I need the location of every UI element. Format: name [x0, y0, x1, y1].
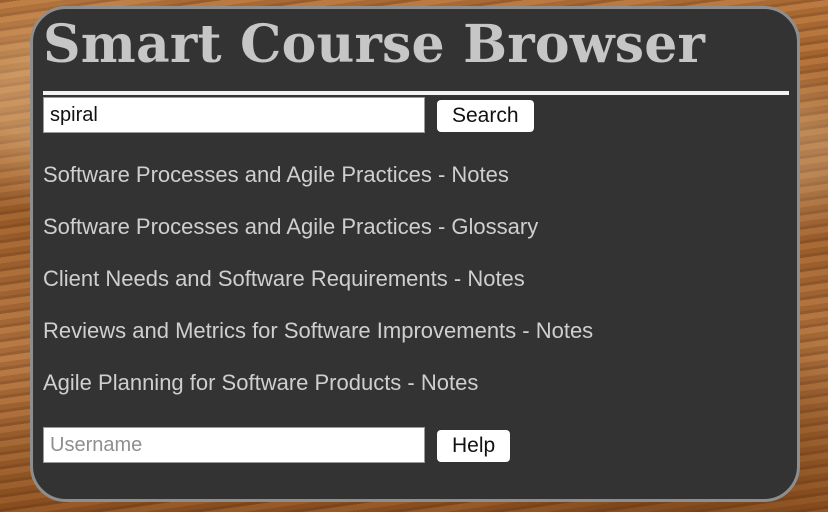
page-title: Smart Course Browser [43, 14, 706, 75]
results-list: Software Processes and Agile Practices -… [43, 162, 593, 425]
result-link[interactable]: Reviews and Metrics for Software Improve… [43, 318, 593, 343]
list-item: Software Processes and Agile Practices -… [43, 214, 593, 269]
result-link[interactable]: Client Needs and Software Requirements -… [43, 266, 525, 291]
search-input[interactable] [43, 97, 425, 133]
result-link[interactable]: Software Processes and Agile Practices -… [43, 162, 509, 187]
result-link[interactable]: Software Processes and Agile Practices -… [43, 214, 538, 239]
list-item: Client Needs and Software Requirements -… [43, 266, 593, 321]
help-button[interactable]: Help [437, 430, 511, 462]
username-input[interactable] [43, 427, 425, 463]
list-item: Reviews and Metrics for Software Improve… [43, 318, 593, 373]
list-item: Software Processes and Agile Practices -… [43, 162, 593, 217]
result-link[interactable]: Agile Planning for Software Products - N… [43, 370, 478, 395]
main-panel: Smart Course Browser Search Software Pro… [30, 6, 800, 502]
title-divider [43, 91, 789, 95]
search-button[interactable]: Search [437, 100, 534, 132]
list-item: Agile Planning for Software Products - N… [43, 370, 593, 425]
